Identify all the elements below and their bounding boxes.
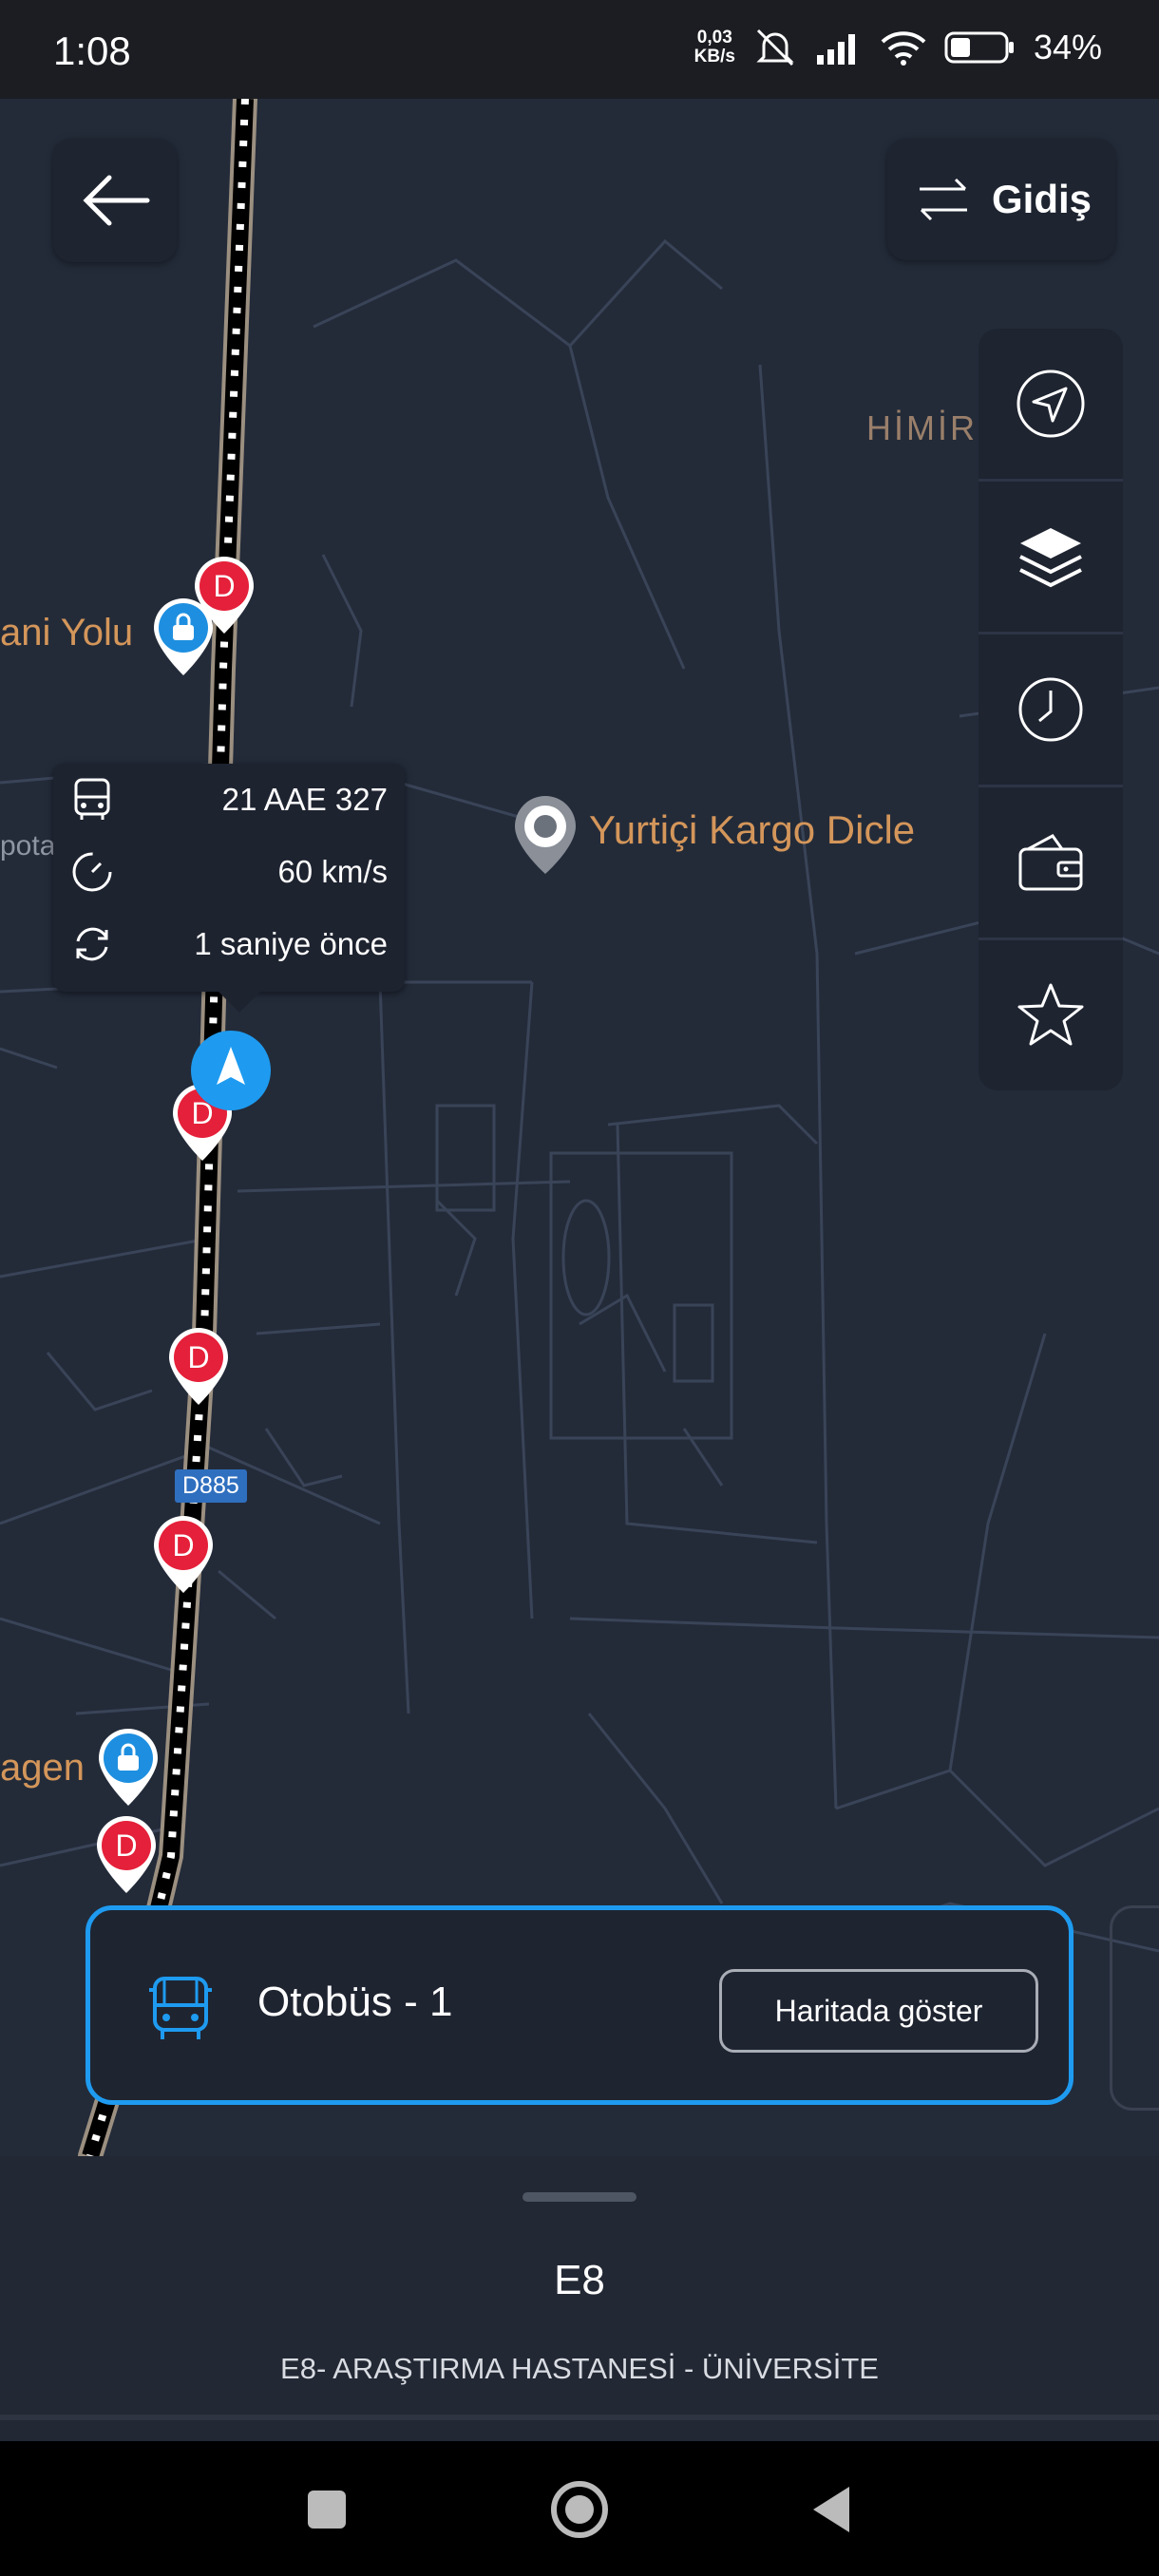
bus-stop-marker[interactable]: D (152, 1514, 215, 1596)
vehicle-location-icon[interactable] (190, 1030, 272, 1111)
layers-icon (1019, 528, 1082, 588)
refresh-icon (76, 927, 108, 961)
battery-percent: 34% (1033, 28, 1102, 66)
route-bottom-sheet[interactable]: E8 E8- ARAŞTIRMA HASTANESİ - ÜNİVERSİTE (0, 2156, 1159, 2441)
vehicle-name: Otobüs - 1 (257, 1979, 453, 2025)
wallet-icon (1018, 834, 1083, 891)
status-bar: 1:08 0,03 KB/s 34% (0, 0, 1159, 99)
vehicle-info-popup: 21 AAE 327 60 km/s 1 saniye önce (53, 764, 405, 1013)
navigation-arrow-icon (1016, 369, 1085, 438)
location-pin-icon[interactable] (511, 792, 580, 878)
road-label: pota (0, 830, 56, 862)
mute-icon (756, 28, 794, 66)
svg-text:D: D (115, 1828, 137, 1863)
svg-text:D: D (213, 569, 235, 603)
direction-label: Gidiş (992, 177, 1092, 221)
favorites-button[interactable] (978, 940, 1123, 1090)
clock-icon (1018, 677, 1083, 742)
battery-icon (944, 31, 1014, 64)
wifi-icon (881, 31, 926, 66)
direction-toggle-button[interactable]: Gidiş (887, 139, 1115, 260)
wallet-button[interactable] (978, 787, 1123, 940)
recents-icon[interactable] (306, 2489, 348, 2530)
speedometer-icon (72, 852, 112, 892)
highway-shield: D885 (175, 1469, 247, 1503)
bus-icon (149, 1977, 212, 2039)
back-nav-icon[interactable] (809, 2485, 853, 2534)
system-nav-bar (0, 2441, 1159, 2576)
divider (0, 2415, 1159, 2420)
network-speed: 0,03 KB/s (694, 28, 735, 66)
area-label: HİMİR (866, 408, 978, 447)
map-view[interactable]: ani Yolu agen pota HİMİR D885 Yurtiçi Ka… (0, 99, 1159, 2156)
map-tools-panel (978, 329, 1123, 1090)
vehicle-card[interactable]: Otobüs - 1 Haritada göster (86, 1905, 1074, 2105)
show-on-map-button[interactable]: Haritada göster (719, 1969, 1038, 2053)
star-icon (1017, 983, 1084, 1046)
vehicle-plate: 21 AAE 327 (221, 782, 388, 817)
shop-marker-icon[interactable] (97, 1727, 160, 1809)
swap-arrows-icon (920, 178, 967, 221)
road-label: agen (0, 1747, 85, 1789)
svg-text:D: D (172, 1528, 194, 1563)
locate-button[interactable] (978, 329, 1123, 482)
bus-stop-marker[interactable]: D (95, 1814, 158, 1896)
clock: 1:08 (53, 28, 131, 73)
status-icons: 0,03 KB/s 34% (694, 27, 1102, 68)
route-name: E8- ARAŞTIRMA HASTANESİ - ÜNİVERSİTE (280, 2352, 879, 2385)
back-button[interactable] (53, 139, 177, 262)
road-label: ani Yolu (0, 612, 134, 653)
schedule-button[interactable] (978, 635, 1123, 787)
shop-marker-icon[interactable] (152, 597, 215, 678)
bus-icon (74, 778, 110, 820)
arrow-left-icon (83, 175, 150, 226)
line-code: E8 (554, 2257, 605, 2303)
sheet-drag-handle[interactable] (522, 2192, 636, 2202)
layers-button[interactable] (978, 482, 1123, 635)
next-vehicle-card[interactable] (1110, 1905, 1159, 2111)
vehicle-speed: 60 km/s (277, 854, 388, 889)
home-icon[interactable] (549, 2479, 610, 2540)
signal-icon (816, 34, 855, 65)
last-update: 1 saniye önce (194, 926, 388, 961)
place-label[interactable]: Yurtiçi Kargo Dicle (589, 807, 915, 853)
svg-text:D: D (187, 1340, 209, 1374)
bus-stop-marker[interactable]: D (167, 1326, 230, 1408)
